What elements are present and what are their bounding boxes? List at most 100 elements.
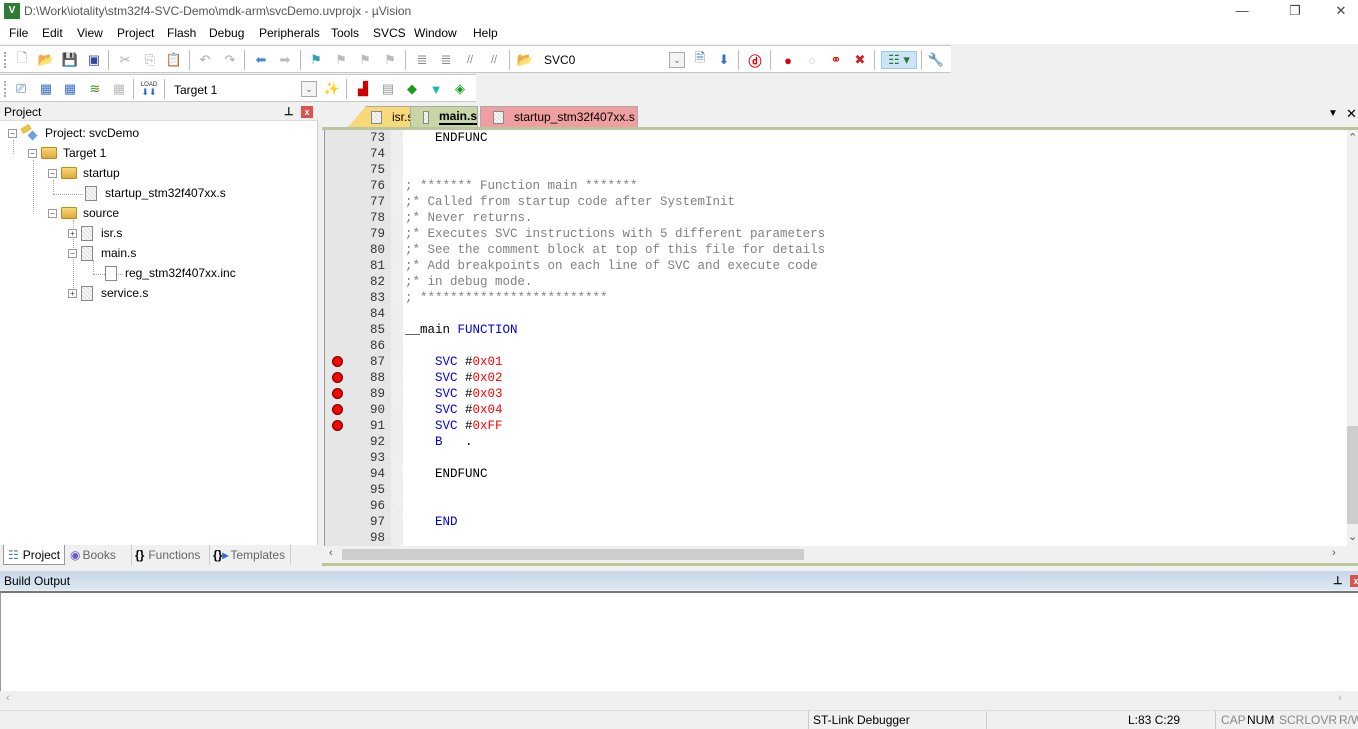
save-all-icon[interactable]: ▣ (85, 51, 103, 69)
chevron-down-icon[interactable]: ⌄ (669, 52, 685, 68)
scroll-right-icon[interactable]: › (1338, 692, 1342, 704)
rebuild-icon[interactable]: ▦ (61, 80, 79, 98)
manage-components-icon[interactable]: ▤ (379, 80, 397, 98)
navigate-back-icon[interactable]: ⬅ (252, 51, 270, 69)
scroll-down-icon[interactable]: ⌄ (1348, 530, 1357, 543)
window-layout-icon[interactable]: ☷ ▾ (881, 51, 917, 69)
tree-item-file[interactable]: startup_stm32f407xx.s (85, 183, 226, 203)
collapse-icon[interactable]: − (8, 128, 17, 138)
stop-build-icon[interactable]: ▦ (110, 80, 128, 98)
close-panel-icon[interactable]: x (1350, 575, 1358, 587)
cut-icon[interactable]: ✂ (116, 51, 134, 69)
code-line[interactable]: 85 __main FUNCTION (325, 322, 1345, 338)
code-line[interactable]: 80 ;* See the comment block at top of thi… (325, 242, 1345, 258)
expand-icon[interactable]: + (68, 288, 77, 298)
indent-icon[interactable]: ≣ (413, 51, 431, 69)
scroll-left-icon[interactable]: ‹ (329, 547, 333, 559)
scroll-left-icon[interactable]: ‹ (6, 692, 10, 704)
redo-icon[interactable]: ↷ (221, 51, 239, 69)
menu-tools[interactable]: Tools (331, 26, 359, 40)
new-file-icon[interactable]: 🗋 (13, 50, 31, 69)
code-line[interactable]: 96 (325, 498, 1345, 514)
code-line[interactable]: 90 SVC #0x04 (325, 402, 1345, 418)
target-options-icon[interactable]: ✨ (323, 80, 341, 98)
breakpoint-icon[interactable] (332, 372, 343, 383)
tree-item-folder-source[interactable]: − source (48, 203, 119, 223)
code-line[interactable]: 73 ENDFUNC (325, 130, 1345, 146)
code-line[interactable]: 78 ;* Never returns. (325, 210, 1345, 226)
undo-icon[interactable]: ↶ (196, 51, 214, 69)
horizontal-scrollbar[interactable]: ‹ › (324, 546, 1358, 563)
expand-icon[interactable]: + (68, 228, 77, 238)
navigate-forward-icon[interactable]: ➡ (276, 51, 294, 69)
menu-project[interactable]: Project (117, 26, 154, 40)
editor-tab-main[interactable]: main.s (410, 106, 478, 127)
menu-peripherals[interactable]: Peripherals (259, 26, 320, 40)
disable-all-breakpoints-icon[interactable]: ⚭ (827, 51, 845, 69)
insert-breakpoint-icon[interactable]: ● (779, 51, 797, 69)
breakpoint-icon[interactable] (332, 420, 343, 431)
tree-item-target[interactable]: − Target 1 (28, 143, 106, 163)
tab-functions[interactable]: {} Functions (131, 545, 207, 565)
build-output-content[interactable] (0, 591, 1358, 704)
batch-build-icon[interactable]: ≋ (86, 80, 104, 98)
code-line[interactable]: 91 SVC #0xFF (325, 418, 1345, 434)
breakpoint-icon[interactable] (332, 404, 343, 415)
tree-item-include[interactable]: reg_stm32f407xx.inc (105, 263, 236, 283)
target-combo[interactable]: Target 1 ⌄ (171, 79, 317, 99)
chevron-down-icon[interactable]: ⌄ (301, 81, 317, 97)
save-icon[interactable]: 💾 (61, 51, 79, 69)
code-line[interactable]: 86 (325, 338, 1345, 354)
tree-item-file[interactable]: − main.s (68, 243, 136, 263)
insert-bookmark-icon[interactable]: ⚑ (307, 51, 325, 69)
translate-icon[interactable]: ⎚ (12, 80, 30, 98)
manage-rte-icon[interactable]: ◈ (451, 80, 469, 98)
code-line[interactable]: 77 ;* Called from startup code after Syst… (325, 194, 1345, 210)
menu-svcs[interactable]: SVCS (373, 26, 406, 40)
menu-window[interactable]: Window (414, 26, 457, 40)
clear-bookmarks-icon[interactable]: ⚑ (381, 51, 399, 69)
debug-session-icon[interactable]: ⓓ (746, 51, 764, 69)
close-tab-icon[interactable]: ✕ (1346, 106, 1357, 122)
incremental-find-icon[interactable]: ⬇ (715, 51, 733, 69)
paste-icon[interactable]: 📋 (165, 51, 183, 69)
code-line[interactable]: 82 ;* in debug mode. (325, 274, 1345, 290)
tree-item-folder-startup[interactable]: − startup (48, 163, 120, 183)
code-line[interactable]: 84 (325, 306, 1345, 322)
next-bookmark-icon[interactable]: ⚑ (356, 51, 374, 69)
code-line[interactable]: 89 SVC #0x03 (325, 386, 1345, 402)
vertical-scroll-thumb[interactable] (1347, 426, 1358, 524)
code-line[interactable]: 95 (325, 482, 1345, 498)
code-line[interactable]: 94 ENDFUNC (325, 466, 1345, 482)
file-extensions-icon[interactable]: ▟ (354, 80, 372, 98)
pin-icon[interactable]: ⊥ (284, 105, 294, 118)
collapse-icon[interactable]: − (28, 148, 37, 158)
code-line[interactable]: 83 ; ************************* (325, 290, 1345, 306)
unindent-icon[interactable]: ≣ (437, 51, 455, 69)
code-line[interactable]: 76 ; ******* Function main ******* (325, 178, 1345, 194)
code-line[interactable]: 97 END (325, 514, 1345, 530)
build-output-hscrollbar[interactable]: ‹ › (0, 691, 1358, 706)
pin-icon[interactable]: ⊥ (1333, 574, 1343, 587)
menu-edit[interactable]: Edit (42, 26, 63, 40)
code-line[interactable]: 87 SVC #0x01 (325, 354, 1345, 370)
restore-button[interactable]: ❐ (1272, 0, 1318, 22)
code-line[interactable]: 74 (325, 146, 1345, 162)
menu-view[interactable]: View (77, 26, 103, 40)
configure-icon[interactable]: 🔧 (927, 51, 945, 69)
comment-icon[interactable]: // (461, 51, 479, 69)
code-line[interactable]: 98 (325, 530, 1345, 546)
tab-books[interactable]: ◉ Books (70, 545, 128, 565)
menu-file[interactable]: File (9, 26, 28, 40)
code-line[interactable]: 93 (325, 450, 1345, 466)
breakpoint-icon[interactable] (332, 388, 343, 399)
copy-icon[interactable]: ⎘ (141, 51, 159, 69)
code-line[interactable]: 88 SVC #0x02 (325, 370, 1345, 386)
close-panel-icon[interactable]: x (301, 106, 313, 118)
find-in-files-icon[interactable]: 📂 (516, 51, 534, 69)
build-icon[interactable]: ▦ (37, 80, 55, 98)
collapse-icon[interactable]: − (48, 208, 57, 218)
tree-item-file[interactable]: + service.s (68, 283, 148, 303)
vertical-scrollbar[interactable]: ⌃ ⌄ (1347, 130, 1358, 546)
collapse-icon[interactable]: − (68, 248, 77, 258)
